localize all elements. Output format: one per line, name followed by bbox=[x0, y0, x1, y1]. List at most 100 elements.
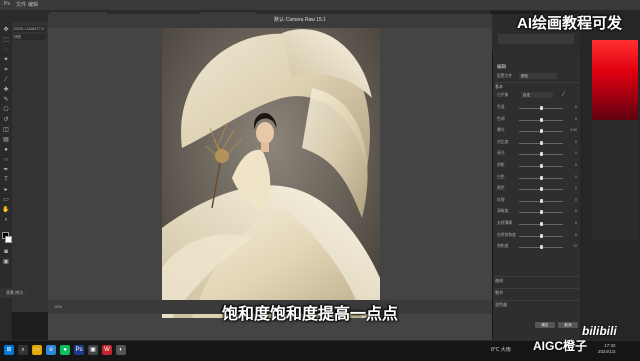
gradient-tool-icon[interactable]: ▤ bbox=[2, 136, 10, 144]
app-icon[interactable]: ▣ bbox=[88, 345, 98, 355]
hand-tool-icon[interactable]: ✋ bbox=[2, 206, 10, 214]
slider-thumb[interactable] bbox=[539, 210, 543, 215]
slider-thumb[interactable] bbox=[540, 245, 544, 250]
zoom-tool-icon[interactable]: ⌕ bbox=[2, 216, 10, 224]
zoom-level[interactable]: 16% bbox=[54, 304, 62, 309]
slider-thumb[interactable] bbox=[539, 187, 543, 192]
slider-row[interactable]: 饱和度 +2 bbox=[497, 243, 577, 250]
slider-value[interactable]: 0 bbox=[575, 232, 577, 239]
slider-row[interactable]: 对比度 0 bbox=[497, 139, 577, 146]
slider-thumb[interactable] bbox=[539, 129, 543, 134]
slider-value[interactable]: 0 bbox=[575, 208, 577, 215]
slider-label: 阴影 bbox=[497, 163, 505, 167]
crop-tool-icon[interactable]: ⌗ bbox=[2, 66, 10, 74]
slider-row[interactable]: 自然饱和度 0 bbox=[497, 232, 577, 239]
bride-photo bbox=[162, 28, 380, 318]
slider-row[interactable]: 色调 0 bbox=[497, 116, 577, 123]
screen-mode-icon[interactable]: ▣ bbox=[2, 258, 10, 266]
slider-thumb[interactable] bbox=[539, 164, 543, 168]
path-select-icon[interactable]: ▸ bbox=[2, 186, 10, 194]
slider-thumb[interactable] bbox=[539, 198, 543, 203]
app-icon-2[interactable]: ◐ bbox=[116, 345, 126, 355]
slider-row[interactable]: 纹理 0 bbox=[497, 197, 577, 204]
background-color-icon[interactable] bbox=[5, 236, 12, 243]
section-curve[interactable]: 曲线 bbox=[495, 276, 579, 285]
slider-row[interactable]: 白色 0 bbox=[497, 174, 577, 181]
history-brush-icon[interactable]: ↺ bbox=[2, 116, 10, 124]
menu-file[interactable]: 文件 bbox=[16, 1, 26, 8]
weather-widget[interactable]: 8°C 大雨 bbox=[491, 346, 511, 353]
wechat-icon[interactable]: ● bbox=[60, 345, 70, 355]
blur-tool-icon[interactable]: ● bbox=[2, 146, 10, 154]
lasso-tool-icon[interactable]: ◌ bbox=[2, 46, 10, 54]
slider-row[interactable]: 阴影 0 bbox=[497, 162, 577, 169]
pen-tool-icon[interactable]: ✒ bbox=[2, 166, 10, 174]
slider-label: 纹理 bbox=[497, 197, 505, 202]
history-item[interactable]: 快照 bbox=[14, 34, 46, 40]
search-icon[interactable]: ⌕ bbox=[18, 345, 28, 355]
slider-thumb[interactable] bbox=[539, 233, 543, 238]
quick-mask-icon[interactable]: ◙ bbox=[2, 248, 10, 256]
photoshop-icon[interactable]: Ps bbox=[74, 345, 84, 355]
slider-label: 色温 bbox=[497, 105, 505, 109]
slider-label: 清晰度 bbox=[497, 209, 509, 214]
slider-label: 自然饱和度 bbox=[497, 232, 516, 237]
slider-thumb[interactable] bbox=[539, 175, 543, 180]
slider-row[interactable]: 曝光 0.00 bbox=[497, 127, 577, 134]
slider-value[interactable]: 0 bbox=[575, 116, 577, 123]
cancel-button[interactable]: 取消 bbox=[558, 322, 578, 328]
slider-row[interactable]: 高光 0 bbox=[497, 150, 577, 157]
shape-tool-icon[interactable]: ▭ bbox=[2, 196, 10, 204]
eyedropper-icon[interactable]: ⁄ bbox=[563, 92, 564, 98]
section-mixer[interactable]: 混色器 bbox=[495, 300, 579, 309]
system-clock[interactable]: 17:32 2024/1/2 bbox=[598, 343, 616, 355]
magic-wand-icon[interactable]: ✦ bbox=[2, 56, 10, 64]
file-explorer-icon[interactable]: ▭ bbox=[32, 345, 42, 355]
dodge-tool-icon[interactable]: ○ bbox=[2, 156, 10, 164]
layer-thumbnail-row[interactable]: 背景 拷贝... bbox=[0, 288, 48, 298]
move-tool-icon[interactable]: ✥ bbox=[2, 26, 10, 34]
brush-tool-icon[interactable]: ✎ bbox=[2, 96, 10, 104]
color-picker-swatch[interactable] bbox=[592, 40, 638, 120]
clone-stamp-icon[interactable]: ⎔ bbox=[2, 106, 10, 114]
slider-value[interactable]: 0 bbox=[575, 185, 577, 192]
wps-icon[interactable]: W bbox=[102, 345, 112, 355]
slider-value[interactable]: 0 bbox=[575, 162, 577, 169]
menu-edit[interactable]: 编辑 bbox=[28, 1, 38, 8]
slider-row[interactable]: 清晰度 0 bbox=[497, 208, 577, 215]
marquee-tool-icon[interactable]: ⬚ bbox=[2, 36, 10, 44]
section-basic[interactable]: 基本 bbox=[495, 82, 579, 91]
eyedropper-icon[interactable]: ⁄ bbox=[2, 76, 10, 84]
slider-thumb[interactable] bbox=[539, 222, 543, 226]
section-detail[interactable]: 细节 bbox=[495, 288, 579, 297]
slider-row[interactable]: 黑色 0 bbox=[497, 185, 577, 192]
slider-value[interactable]: 0.00 bbox=[570, 127, 577, 134]
slider-value[interactable]: 0 bbox=[575, 174, 577, 181]
slider-row[interactable]: 去除薄雾 0 bbox=[497, 220, 577, 227]
profile-select[interactable]: 颜色 bbox=[519, 73, 557, 79]
preview-image[interactable] bbox=[162, 28, 380, 318]
start-icon[interactable]: ⊞ bbox=[4, 345, 14, 355]
ok-button[interactable]: 确定 bbox=[535, 322, 555, 328]
slider-thumb[interactable] bbox=[539, 117, 543, 122]
white-balance-label: 白平衡 bbox=[497, 93, 509, 97]
video-title-overlay: AI绘画教程可发 bbox=[517, 15, 623, 32]
browser-icon[interactable]: e bbox=[46, 345, 56, 355]
ps-logo-icon[interactable]: Ps bbox=[4, 1, 10, 7]
slider-thumb[interactable] bbox=[539, 140, 543, 145]
slider-value[interactable]: 0 bbox=[575, 150, 577, 157]
slider-value[interactable]: 0 bbox=[575, 197, 577, 204]
healing-brush-icon[interactable]: ✚ bbox=[2, 86, 10, 94]
slider-thumb[interactable] bbox=[539, 152, 543, 157]
slider-value[interactable]: 0 bbox=[575, 139, 577, 146]
eraser-tool-icon[interactable]: ◫ bbox=[2, 126, 10, 134]
slider-value[interactable]: +2 bbox=[573, 243, 577, 250]
slider-row[interactable]: 色温 0 bbox=[497, 104, 577, 111]
history-panel: 00001-1166661774 快照 bbox=[12, 22, 49, 312]
slider-value[interactable]: 0 bbox=[575, 220, 577, 227]
text-tool-icon[interactable]: T bbox=[2, 176, 10, 184]
history-item[interactable]: 00001-1166661774 bbox=[14, 26, 46, 32]
slider-value[interactable]: 0 bbox=[575, 104, 577, 111]
white-balance-select[interactable]: 自定 bbox=[521, 92, 553, 98]
slider-thumb[interactable] bbox=[539, 106, 543, 110]
